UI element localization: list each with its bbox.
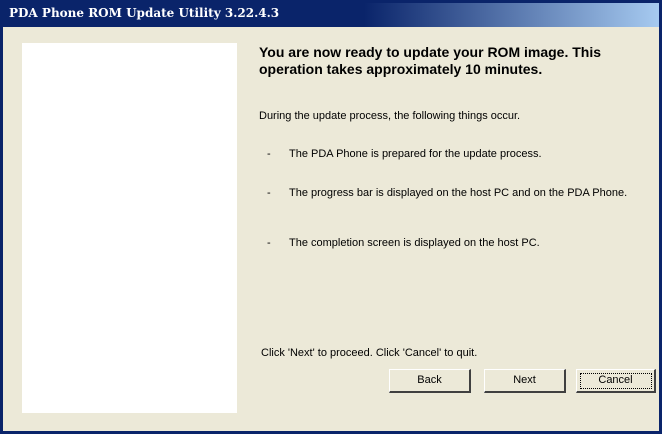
back-button[interactable]: Back [389,369,471,393]
step-dash: - [267,187,271,199]
step-item: - The PDA Phone is prepared for the updat… [267,148,542,160]
step-item: - The progress bar is displayed on the ho… [267,187,627,199]
wizard-side-panel [22,43,237,413]
step-dash: - [267,148,271,160]
step-text: The PDA Phone is prepared for the update… [289,148,542,160]
step-item: - The completion screen is displayed on t… [267,237,540,249]
instruction-text: Click 'Next' to proceed. Click 'Cancel' … [261,347,478,359]
step-dash: - [267,237,271,249]
step-text: The progress bar is displayed on the hos… [289,187,628,199]
wizard-window: PDA Phone ROM Update Utility 3.22.4.3 Yo… [0,0,662,434]
intro-text: During the update process, the following… [259,110,521,122]
next-button[interactable]: Next [484,369,566,393]
step-text: The completion screen is displayed on th… [289,237,540,249]
cancel-button[interactable]: Cancel [576,369,656,393]
window-title: PDA Phone ROM Update Utility 3.22.4.3 [9,6,280,20]
page-heading: You are now ready to update your ROM ima… [259,44,602,77]
title-bar[interactable]: PDA Phone ROM Update Utility 3.22.4.3 [3,0,659,27]
